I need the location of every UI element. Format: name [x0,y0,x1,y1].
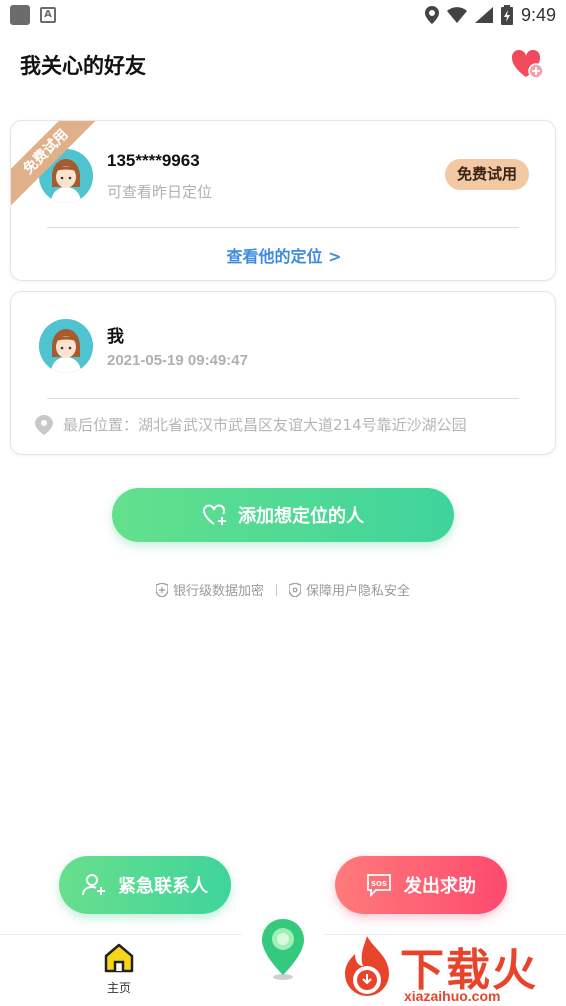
clock: 9:49 [520,4,556,25]
security-item-privacy: 保障用户隐私安全 [306,584,411,599]
emergency-contact-button[interactable]: 紧急联系人 [59,856,231,914]
my-timestamp: 2021-05-19 09:49:47 [107,352,248,369]
security-notice: 银行级数据加密 保障用户隐私安全 [0,580,566,599]
notification-icon [10,5,30,25]
watermark-url: xiazaihuo.com [404,988,501,1004]
fire-logo-icon [345,936,389,996]
last-location-text: 最后位置：湖北省武汉市武昌区友谊大道214号靠近沙湖公园 [63,416,467,434]
header: 我关心的好友 [0,40,566,90]
shield-plus-icon [155,582,168,597]
emergency-contact-label: 紧急联系人 [118,876,208,897]
send-sos-label: 发出求助 [404,876,476,897]
add-contact-icon [82,874,105,896]
app-a-icon: A [40,7,56,23]
free-trial-badge[interactable]: 免费试用 [445,159,529,190]
battery-icon [500,5,513,25]
security-item-encryption: 银行级数据加密 [172,584,264,599]
status-bar: A 9:49 [0,0,566,30]
shield-lock-icon [289,582,301,597]
location-pin-icon [35,414,53,435]
svg-text:SOS: SOS [371,880,387,888]
nav-locate[interactable] [238,909,328,989]
send-sos-button[interactable]: SOS 发出求助 [335,856,507,914]
view-location-link[interactable]: 查看他的定位 > [11,243,555,267]
heart-plus-outline-icon [203,504,226,525]
friend-subtitle: 可查看昨日定位 [107,183,213,201]
signal-icon [474,7,493,23]
location-status-icon [424,6,439,24]
home-icon [104,943,134,973]
divider [47,398,519,399]
me-card[interactable]: 我 2021-05-19 09:49:47 最后位置：湖北省武汉市武昌区友谊大道… [10,291,556,455]
friend-phone: 135****9963 [107,151,200,170]
sos-message-icon: SOS [367,874,391,897]
divider [47,227,519,228]
watermark: 下载火 xiazaihuo.com [334,932,566,1006]
friend-card[interactable]: 免费试用 135****9963 可查看昨日定位 免费试用 查看他的定位 > [10,120,556,281]
separator [276,583,277,596]
nav-home-label: 主页 [106,981,131,995]
add-person-label: 添加想定位的人 [238,506,364,527]
nav-home[interactable]: 主页 [94,943,144,996]
my-name: 我 [107,327,124,346]
add-person-button[interactable]: 添加想定位的人 [112,488,454,542]
add-favorite-button[interactable] [510,47,546,83]
last-location-row: 最后位置：湖北省武汉市武昌区友谊大道214号靠近沙湖公园 [35,414,467,435]
page-title: 我关心的好友 [20,54,146,78]
my-avatar [39,319,93,373]
heart-plus-icon [511,49,544,79]
location-pin-green-icon [262,919,304,980]
wifi-icon [446,7,467,23]
